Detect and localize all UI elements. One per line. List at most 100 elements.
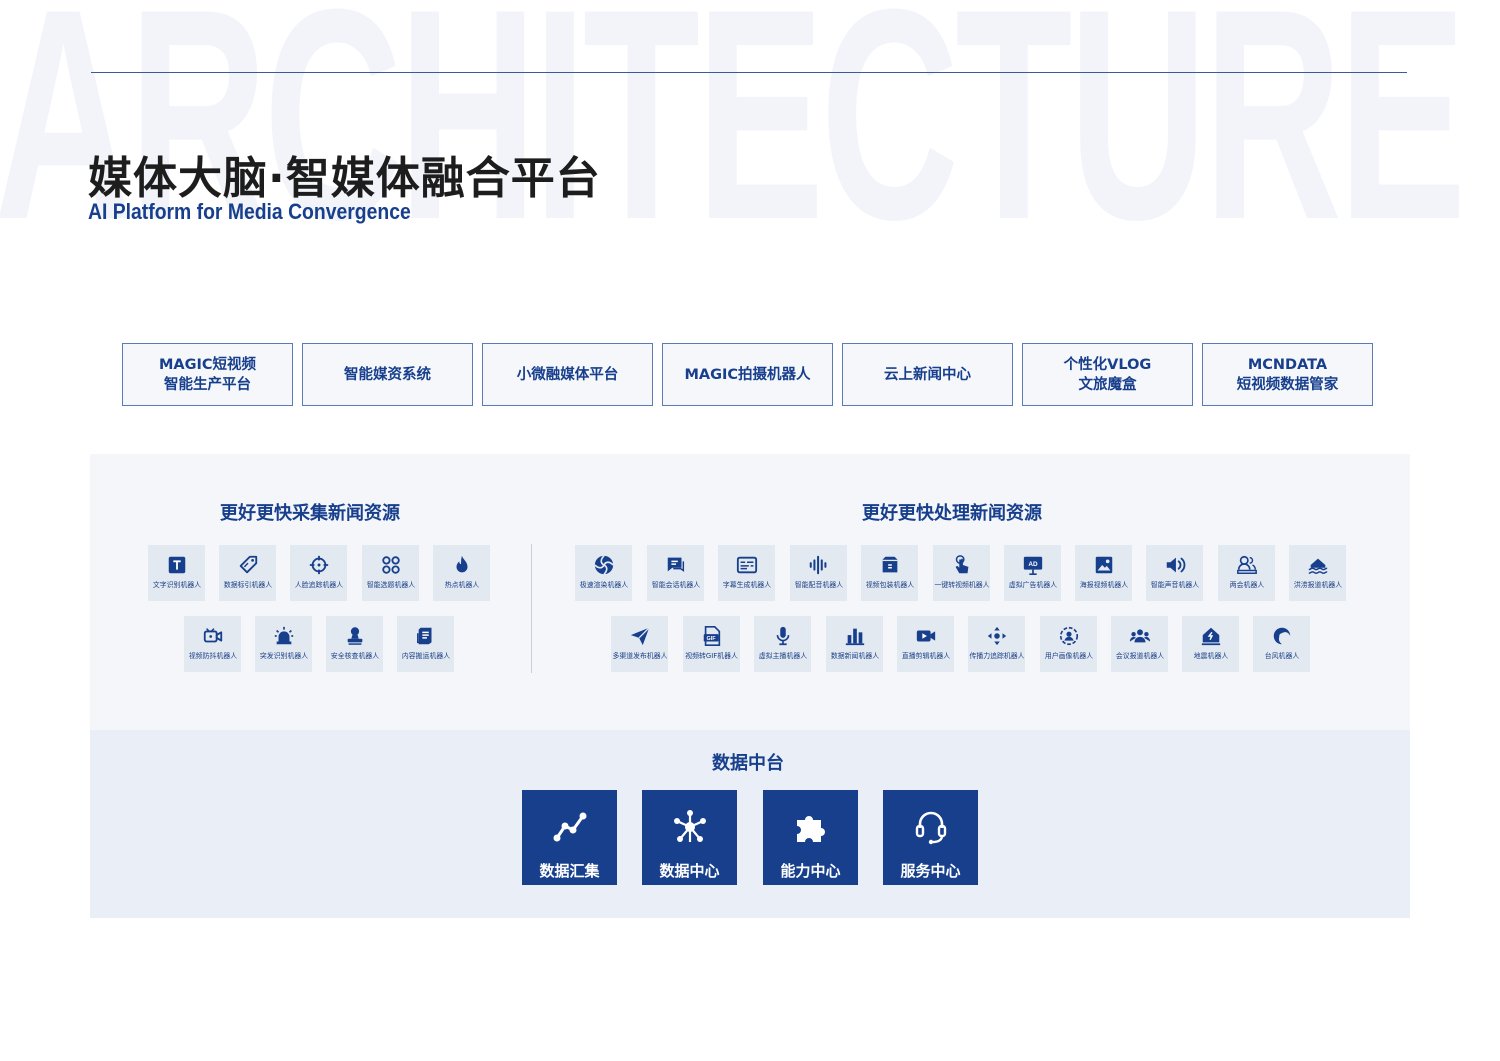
meeting-icon bbox=[1236, 555, 1257, 574]
robot-label: 视频转GIF机器人 bbox=[685, 652, 738, 660]
svg-text:AD: AD bbox=[1028, 561, 1038, 568]
robot-tile[interactable]: 一键转视频机器人 bbox=[933, 545, 990, 601]
robot-label: 虚拟主播机器人 bbox=[758, 652, 807, 660]
robot-tile[interactable]: 两会机器人 bbox=[1218, 545, 1275, 601]
tap-icon bbox=[955, 555, 968, 574]
page-subtitle: AI Platform for Media Convergence bbox=[88, 199, 411, 224]
data-center-card[interactable]: 数据中心 bbox=[642, 790, 737, 885]
robot-tile[interactable]: 多渠道发布机器人 bbox=[611, 616, 668, 672]
robot-tile[interactable]: 突发识别机器人 bbox=[255, 616, 312, 672]
gif-file-icon: GIF bbox=[703, 626, 720, 646]
page-title: 媒体大脑·智媒体融合平台 bbox=[88, 153, 601, 204]
robot-tile[interactable]: 字幕生成机器人 bbox=[718, 545, 775, 601]
robot-label: 智能会话机器人 bbox=[651, 581, 700, 589]
robot-tile[interactable]: 热点机器人 bbox=[433, 545, 490, 601]
robot-tile[interactable]: 智能声音机器人 bbox=[1146, 545, 1203, 601]
robot-tile[interactable]: 地震机器人 bbox=[1182, 616, 1239, 672]
microphone-icon bbox=[776, 626, 789, 646]
platform-box[interactable]: MAGIC拍摄机器人 bbox=[662, 343, 833, 406]
robot-tile[interactable]: GIF 视频转GIF机器人 bbox=[683, 616, 740, 672]
robot-tile[interactable]: 数据新闻机器人 bbox=[826, 616, 883, 672]
robot-tile[interactable]: 视频包装机器人 bbox=[861, 545, 918, 601]
subtitles-icon bbox=[736, 556, 757, 574]
robot-label: 智能配音机器人 bbox=[794, 581, 843, 589]
aperture-icon bbox=[593, 555, 614, 575]
robot-tile[interactable]: 传播力追踪机器人 bbox=[968, 616, 1025, 672]
robot-tile[interactable]: 海报视频机器人 bbox=[1075, 545, 1132, 601]
section-divider bbox=[531, 544, 532, 673]
robot-label: 智能声音机器人 bbox=[1150, 581, 1199, 589]
flame-icon bbox=[456, 555, 467, 573]
robot-label: 数据新闻机器人 bbox=[830, 652, 879, 660]
puzzle-icon bbox=[796, 816, 825, 842]
robot-tile[interactable]: 直播剪辑机器人 bbox=[897, 616, 954, 672]
robot-label: 台风机器人 bbox=[1264, 652, 1299, 660]
video-camera-icon bbox=[203, 628, 222, 643]
platform-box[interactable]: MCNDATA 短视频数据管家 bbox=[1202, 343, 1373, 406]
apps-icon bbox=[381, 556, 400, 574]
typhoon-icon bbox=[1273, 627, 1290, 645]
platform-box[interactable]: 小微融媒体平台 bbox=[482, 343, 653, 406]
robot-tile[interactable]: 人脸追踪机器人 bbox=[290, 545, 347, 601]
crosshair-icon bbox=[309, 555, 328, 575]
headset-icon bbox=[915, 811, 946, 845]
data-center-card[interactable]: 服务中心 bbox=[883, 790, 978, 885]
text-icon bbox=[168, 556, 185, 574]
data-center-card[interactable]: 数据汇集 bbox=[522, 790, 617, 885]
robot-label: 数据标引机器人 bbox=[223, 581, 272, 589]
robot-tile[interactable]: 安全核查机器人 bbox=[326, 616, 383, 672]
robot-label: 视频防抖机器人 bbox=[188, 652, 237, 660]
robot-tile[interactable]: 极速渲染机器人 bbox=[575, 545, 632, 601]
process-section-title: 更好更快处理新闻资源 bbox=[862, 503, 1042, 524]
robot-tile[interactable]: 会议报道机器人 bbox=[1111, 616, 1168, 672]
alarm-light-icon bbox=[274, 626, 293, 645]
image-icon bbox=[1095, 556, 1112, 574]
robot-label: 热点机器人 bbox=[444, 581, 479, 589]
robot-tile[interactable]: 文字识别机器人 bbox=[148, 545, 205, 601]
platform-row: MAGIC短视频 智能生产平台 智能媒资系统 小微融媒体平台 MAGIC拍摄机器… bbox=[122, 343, 1374, 406]
sound-wave-icon bbox=[809, 555, 826, 575]
stamp-icon bbox=[347, 627, 362, 645]
robot-tile[interactable]: 虚拟主播机器人 bbox=[754, 616, 811, 672]
flood-icon bbox=[1308, 558, 1327, 574]
robot-tile[interactable]: 智能会话机器人 bbox=[647, 545, 704, 601]
robot-label: 人脸追踪机器人 bbox=[294, 581, 343, 589]
robot-label: 传播力追踪机器人 bbox=[968, 652, 1025, 660]
robot-tile[interactable]: AD 虚拟广告机器人 bbox=[1004, 545, 1061, 601]
robot-label: 视频包装机器人 bbox=[865, 581, 914, 589]
robot-tile[interactable]: 用户画像机器人 bbox=[1040, 616, 1097, 672]
robot-label: 会议报道机器人 bbox=[1115, 652, 1164, 660]
platform-box[interactable]: 智能媒资系统 bbox=[302, 343, 473, 406]
user-profile-icon bbox=[1059, 626, 1078, 646]
robot-label: 多渠道发布机器人 bbox=[611, 652, 668, 660]
video-play-icon bbox=[916, 630, 935, 642]
robot-label: 极速渲染机器人 bbox=[579, 581, 628, 589]
robot-label: 文字识别机器人 bbox=[152, 581, 201, 589]
package-icon bbox=[882, 556, 897, 573]
robot-label: 用户画像机器人 bbox=[1044, 652, 1093, 660]
robot-tile[interactable]: 内容搬运机器人 bbox=[397, 616, 454, 672]
data-center-card-label: 能力中心 bbox=[780, 862, 841, 880]
platform-box[interactable]: 个性化VLOG 文旅魔盒 bbox=[1022, 343, 1193, 406]
chat-icon bbox=[667, 557, 684, 572]
collect-section-title: 更好更快采集新闻资源 bbox=[220, 503, 400, 524]
robot-label: 安全核查机器人 bbox=[330, 652, 379, 660]
robot-tile[interactable]: 数据标引机器人 bbox=[219, 545, 276, 601]
earthquake-icon bbox=[1201, 627, 1220, 646]
robot-label: 直播剪辑机器人 bbox=[901, 652, 950, 660]
top-divider bbox=[91, 72, 1407, 73]
platform-box[interactable]: 云上新闻中心 bbox=[842, 343, 1013, 406]
robot-tile[interactable]: 台风机器人 bbox=[1253, 616, 1310, 672]
platform-box[interactable]: MAGIC短视频 智能生产平台 bbox=[122, 343, 293, 406]
robot-tile[interactable]: 视频防抖机器人 bbox=[184, 616, 241, 672]
robot-tile[interactable]: 洪涝报道机器人 bbox=[1289, 545, 1346, 601]
spread-icon bbox=[987, 626, 1006, 646]
robot-tile[interactable]: 智能配音机器人 bbox=[790, 545, 847, 601]
data-center-card[interactable]: 能力中心 bbox=[763, 790, 858, 885]
svg-text:GIF: GIF bbox=[706, 636, 716, 642]
robot-label: 虚拟广告机器人 bbox=[1008, 581, 1057, 589]
robot-tile[interactable]: 智能选题机器人 bbox=[362, 545, 419, 601]
robot-label: 智能选题机器人 bbox=[366, 581, 415, 589]
speaker-icon bbox=[1166, 557, 1185, 573]
paper-plane-icon bbox=[630, 627, 650, 646]
